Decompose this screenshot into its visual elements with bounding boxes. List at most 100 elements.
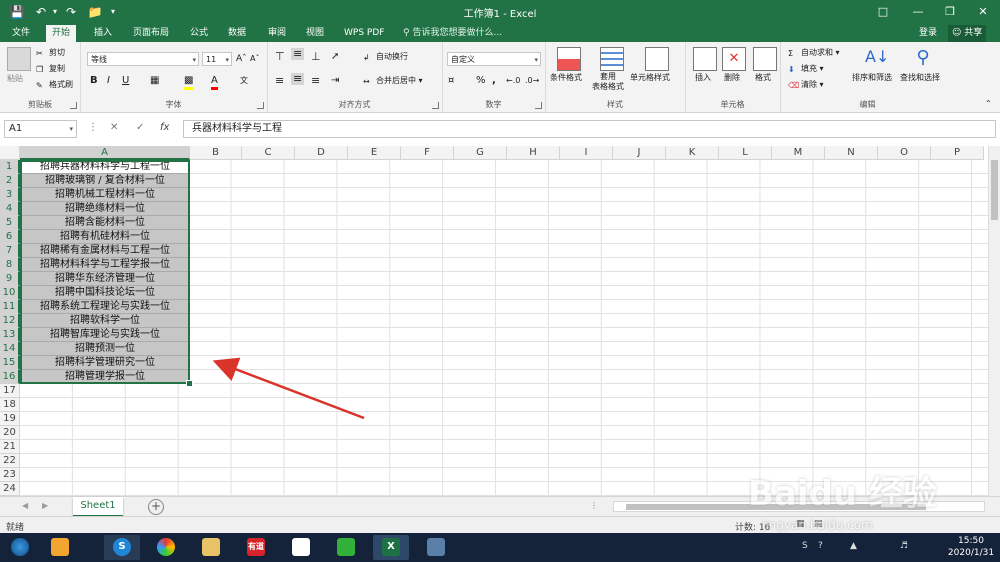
page-layout-view-icon[interactable]: ▤ <box>814 519 823 529</box>
phonetic-icon[interactable]: 文 <box>240 75 248 87</box>
font-name-select[interactable]: 等线 ▾ <box>87 52 199 66</box>
tray-icon[interactable]: S <box>802 541 808 551</box>
indent-icon[interactable]: ⇥ <box>331 75 339 87</box>
tell-me-search[interactable]: ⚲ 告诉我您想要做什么... <box>403 25 502 42</box>
number-launcher-icon[interactable] <box>535 102 542 109</box>
insert-function-icon[interactable]: fx <box>160 122 169 133</box>
align-bottom-icon[interactable]: ⊥ <box>311 51 321 63</box>
collapse-ribbon-icon[interactable]: ⌃ <box>985 98 992 110</box>
sort-filter-button[interactable]: 排序和筛选 <box>852 72 892 84</box>
taskbar: S 有道 X S ? ▲ ♬ 15:50 2020/1/31 <box>0 533 1000 562</box>
tab-wps-pdf[interactable]: WPS PDF <box>338 25 390 42</box>
tab-home[interactable]: 开始 <box>46 25 77 42</box>
login-link[interactable]: 登录 <box>919 25 937 42</box>
delete-cells-button[interactable]: 删除 <box>724 72 740 84</box>
format-cells-button[interactable]: 格式 <box>755 72 771 84</box>
tab-insert[interactable]: 插入 <box>88 25 118 42</box>
name-box[interactable]: A1 ▾ <box>4 120 77 138</box>
restore-button[interactable]: ❐ <box>937 3 963 21</box>
taskbar-sogou[interactable]: S <box>104 535 140 560</box>
paste-icon[interactable] <box>7 47 31 71</box>
network-tray-icon[interactable]: ▲ <box>850 541 857 551</box>
alignment-launcher-icon[interactable] <box>432 102 439 109</box>
autosum-button[interactable]: Σ 自动求和 ▾ <box>788 47 840 59</box>
fill-button[interactable]: ⬇ 填充 ▾ <box>788 63 824 75</box>
add-sheet-button[interactable]: + <box>148 499 164 515</box>
comma-button[interactable]: , <box>492 75 496 87</box>
tab-split-icon[interactable]: ⋮ <box>590 501 598 510</box>
formula-input[interactable]: 兵器材料科学与工程 <box>183 120 996 138</box>
start-button[interactable] <box>2 535 38 560</box>
insert-cells-button[interactable]: 插入 <box>695 72 711 84</box>
align-middle-icon[interactable]: ≡ <box>291 48 305 60</box>
enter-icon[interactable]: ✓ <box>136 122 144 133</box>
italic-button[interactable]: I <box>107 75 110 87</box>
border-icon[interactable]: ▦ <box>150 75 159 87</box>
taskbar-app-1[interactable] <box>42 535 78 560</box>
font-size-select[interactable]: 11 ▾ <box>202 52 232 66</box>
horizontal-scrollbar[interactable] <box>613 501 985 512</box>
volume-tray-icon[interactable]: ♬ <box>900 541 908 551</box>
clipboard-launcher-icon[interactable] <box>70 102 77 109</box>
wrap-text-button[interactable]: ↲ 自动换行 <box>363 51 408 63</box>
taskbar-explorer[interactable] <box>193 535 229 560</box>
font-label: 字体 <box>165 100 182 109</box>
increase-font-icon[interactable]: Aˆ <box>236 53 247 65</box>
conditional-format-button[interactable]: 条件格式 <box>550 72 582 84</box>
align-right-icon[interactable]: ≡ <box>311 75 320 87</box>
align-top-icon[interactable]: ⊤ <box>275 51 285 63</box>
underline-button[interactable]: U <box>122 75 129 87</box>
vertical-scroll-thumb[interactable] <box>991 160 998 220</box>
help-tray-icon[interactable]: ? <box>818 541 823 551</box>
fill-color-icon[interactable]: ▩ <box>184 75 194 90</box>
delete-cells-icon: ✕ <box>722 47 746 71</box>
clear-button[interactable]: ⌫ 清除 ▾ <box>788 79 824 91</box>
taskbar-youdao[interactable]: 有道 <box>238 535 274 560</box>
minimize-button[interactable]: — <box>905 3 931 21</box>
merge-center-button[interactable]: ↔ 合并后居中 ▾ <box>363 75 423 87</box>
decrease-decimal-icon[interactable]: .0→ <box>525 75 539 87</box>
share-button[interactable]: ☺ 共享 <box>948 25 987 42</box>
taskbar-wechat[interactable] <box>328 535 364 560</box>
tab-file[interactable]: 文件 <box>6 25 36 42</box>
number-format-select[interactable]: 自定义 ▾ <box>447 52 541 66</box>
tab-data[interactable]: 数据 <box>222 25 252 42</box>
copy-button[interactable]: ❐ 复制 <box>36 63 65 75</box>
percent-button[interactable]: % <box>476 75 486 87</box>
format-table-button[interactable]: 套用 表格格式 <box>592 72 624 92</box>
tab-formulas[interactable]: 公式 <box>184 25 214 42</box>
currency-icon[interactable]: ¤ <box>448 75 454 87</box>
cancel-icon[interactable]: ✕ <box>110 122 118 133</box>
sheet-tab-sheet1[interactable]: Sheet1 <box>73 497 123 517</box>
align-center-icon[interactable]: ≡ <box>291 73 305 85</box>
increase-decimal-icon[interactable]: ←.0 <box>506 75 520 87</box>
normal-view-icon[interactable]: ▦ <box>796 519 805 529</box>
taskbar-app-2[interactable] <box>283 535 319 560</box>
tab-view[interactable]: 视图 <box>300 25 330 42</box>
paste-button[interactable]: 粘贴 <box>7 73 23 85</box>
taskbar-app-3[interactable] <box>418 535 454 560</box>
horizontal-scroll-thumb[interactable] <box>626 504 926 510</box>
clock[interactable]: 15:50 2020/1/31 <box>944 535 998 559</box>
cut-button[interactable]: ✂ 剪切 <box>36 47 65 59</box>
tab-page-layout[interactable]: 页面布局 <box>127 25 175 42</box>
close-button[interactable]: ✕ <box>970 3 996 21</box>
prev-sheet-icon[interactable]: ◀ <box>22 501 28 510</box>
bold-button[interactable]: B <box>90 75 98 87</box>
taskbar-excel[interactable]: X <box>373 535 409 560</box>
align-left-icon[interactable]: ≡ <box>275 75 284 87</box>
vertical-scrollbar[interactable] <box>988 146 1000 496</box>
find-select-button[interactable]: 查找和选择 <box>900 72 940 84</box>
next-sheet-icon[interactable]: ▶ <box>42 501 48 510</box>
cell-styles-button[interactable]: 单元格样式 <box>630 72 670 84</box>
font-color-icon[interactable]: A <box>211 75 218 90</box>
format-painter-button[interactable]: ✎ 格式刷 <box>36 79 73 91</box>
orientation-icon[interactable]: ➚ <box>331 51 339 63</box>
worksheet-grid[interactable]: ABCDEFGHIJKLMNOP 1 2 3 4 5 6 7 8 9 10 11 12 13 14 15 16… <box>0 146 988 496</box>
tab-review[interactable]: 审阅 <box>262 25 292 42</box>
ribbon-display-icon[interactable]: □ <box>870 3 896 21</box>
title-bar: 💾 ↶ ▾ ↷ 📁 ▾ 工作簿1 - Excel □ — ❐ ✕ <box>0 0 1000 25</box>
taskbar-browser[interactable] <box>148 535 184 560</box>
font-launcher-icon[interactable] <box>257 102 264 109</box>
decrease-font-icon[interactable]: Aˇ <box>250 53 259 65</box>
